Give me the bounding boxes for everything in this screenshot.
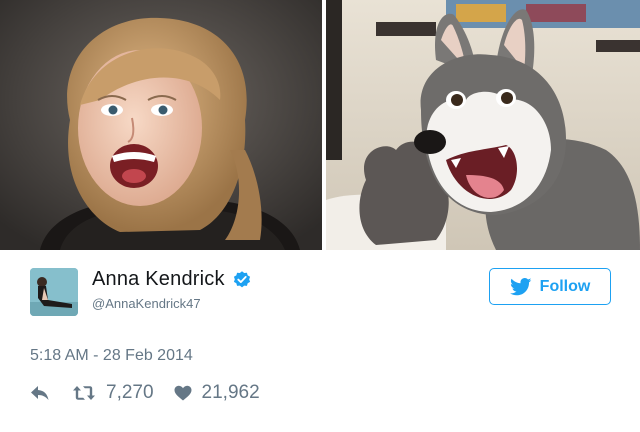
reply-button[interactable] [30, 385, 50, 401]
follow-label: Follow [539, 277, 591, 295]
woman-photo[interactable] [0, 0, 322, 250]
screen-name[interactable]: @AnnaKendrick47 [92, 296, 201, 311]
retweet-button[interactable]: 7,270 [72, 382, 154, 404]
tweet-media [0, 0, 640, 250]
reply-icon [30, 385, 50, 401]
tweet-timestamp[interactable]: 5:18 AM - 28 Feb 2014 [30, 347, 193, 365]
woman-image [0, 0, 322, 250]
verified-badge-icon [232, 270, 252, 290]
dog-photo[interactable] [326, 0, 640, 250]
tweet-actions: 7,270 21,962 [30, 382, 260, 404]
retweet-count: 7,270 [106, 382, 154, 403]
like-count: 21,962 [201, 382, 260, 403]
avatar-image [30, 268, 78, 316]
avatar[interactable] [30, 268, 78, 316]
display-name[interactable]: Anna Kendrick [92, 268, 225, 291]
author-name-row: Anna Kendrick [92, 268, 252, 291]
like-button[interactable]: 21,962 [174, 382, 260, 404]
twitter-bird-icon [509, 277, 532, 296]
retweet-icon [72, 385, 96, 401]
husky-image [326, 0, 640, 250]
heart-icon [174, 385, 192, 401]
follow-button[interactable]: Follow [489, 268, 611, 305]
